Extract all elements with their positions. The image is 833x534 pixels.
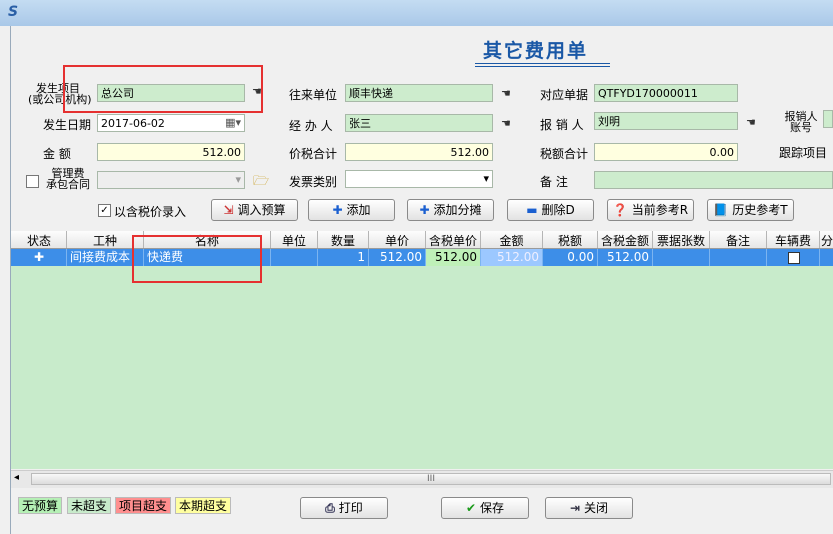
handler-label: 经 办 人 xyxy=(289,119,333,133)
price-tax-total-field[interactable]: 512.00 xyxy=(345,143,493,161)
tax-total-label: 税额合计 xyxy=(540,147,589,161)
column-header[interactable]: 票据张数 xyxy=(653,232,709,249)
title-bar xyxy=(0,0,833,26)
column-header[interactable]: 金额 xyxy=(481,232,542,249)
column-header[interactable]: 单位 xyxy=(271,232,317,249)
mgmt-fee-label: 管理费 承包合同 xyxy=(46,167,90,191)
scroll-thumb[interactable]: III xyxy=(31,473,831,485)
current-ref-button[interactable]: ❓ 当前参考R xyxy=(607,199,694,221)
handler-field[interactable]: 张三 xyxy=(345,114,493,132)
column-header[interactable]: 状态 xyxy=(13,232,65,249)
check-icon: ✔ xyxy=(465,501,477,515)
printer-icon: ⎙ xyxy=(325,501,335,515)
reimburser-field[interactable]: 刘明 xyxy=(594,112,738,130)
question-icon: ❓ xyxy=(612,203,628,217)
amount-field[interactable]: 512.00 xyxy=(97,143,245,161)
minus-icon: ▬ xyxy=(526,203,538,217)
hand-pointer-icon[interactable]: ☚ xyxy=(501,87,511,100)
partner-label: 往来单位 xyxy=(289,88,338,102)
cell-price[interactable]: 512.00 xyxy=(369,249,422,266)
column-header[interactable]: 含税单价 xyxy=(426,232,480,249)
legend-no-budget: 无预算 xyxy=(18,497,63,514)
ref-no-field[interactable]: QTFYD170000011 xyxy=(594,84,738,102)
cell-tax[interactable]: 0.00 xyxy=(543,249,594,266)
history-ref-button[interactable]: 📘 历史参考T xyxy=(707,199,794,221)
contract-select[interactable]: ▾ xyxy=(97,171,245,189)
import-icon: ⇲ xyxy=(223,203,234,217)
title-underline xyxy=(475,66,610,67)
column-header[interactable]: 车辆费 xyxy=(767,232,819,249)
cell-remark[interactable] xyxy=(710,249,766,266)
invoice-type-select[interactable]: ▾ xyxy=(345,170,493,188)
tax-included-checkbox[interactable]: ✓ xyxy=(98,204,111,217)
legend-period-over: 本期超支 xyxy=(175,497,232,514)
plus-icon: ✚ xyxy=(332,203,343,217)
app-logo-icon: S xyxy=(8,4,19,20)
import-budget-button[interactable]: ⇲ 调入预算 xyxy=(211,199,298,221)
ref-no-label: 对应单据 xyxy=(540,88,589,102)
print-button[interactable]: ⎙ 打印 xyxy=(300,497,388,519)
book-icon: 📘 xyxy=(713,203,729,217)
column-header[interactable]: 单价 xyxy=(369,232,425,249)
horizontal-scrollbar[interactable]: ◂ III xyxy=(11,470,833,488)
scroll-left-icon[interactable]: ◂ xyxy=(14,472,19,483)
cell-tax-amount[interactable]: 512.00 xyxy=(598,249,649,266)
highlight-box xyxy=(132,235,262,283)
column-header[interactable]: 分 xyxy=(820,232,833,249)
note-label: 备 注 xyxy=(540,175,568,189)
note-field[interactable] xyxy=(594,171,833,189)
cell-receipts[interactable] xyxy=(653,249,709,266)
column-header[interactable]: 含税金额 xyxy=(598,232,652,249)
tax-included-label: 以含税价录入 xyxy=(114,205,187,219)
save-button[interactable]: ✔ 保存 xyxy=(441,497,529,519)
page-title: 其它费用单 xyxy=(483,40,589,62)
calendar-dropdown-icon[interactable]: ▦▾ xyxy=(225,115,241,130)
chevron-down-icon[interactable]: ▾ xyxy=(483,171,489,186)
column-header[interactable]: 数量 xyxy=(318,232,368,249)
highlight-box xyxy=(63,65,263,113)
exit-icon: ⇥ xyxy=(569,501,581,515)
cell-tax-price[interactable]: 512.00 xyxy=(426,249,480,266)
reimb-account-label: 报销人 账号 xyxy=(784,110,818,134)
folder-icon[interactable]: 🗁 xyxy=(253,172,269,194)
reimburser-label: 报 销 人 xyxy=(540,118,584,132)
mgmt-fee-checkbox[interactable] xyxy=(26,175,39,188)
legend-project-over: 项目超支 xyxy=(115,497,172,514)
tax-total-field[interactable]: 0.00 xyxy=(594,143,738,161)
hand-pointer-icon[interactable]: ☚ xyxy=(746,116,756,129)
chevron-down-icon[interactable]: ▾ xyxy=(235,172,241,187)
title-underline xyxy=(475,63,610,64)
cell-unit[interactable] xyxy=(271,249,317,266)
track-item-label: 跟踪项目 xyxy=(779,146,828,160)
reimb-account-field[interactable] xyxy=(823,110,833,128)
close-button[interactable]: ⇥ 关闭 xyxy=(545,497,633,519)
invoice-type-label: 发票类别 xyxy=(289,175,338,189)
column-header[interactable]: 税额 xyxy=(543,232,597,249)
cell-amount[interactable]: 512.00 xyxy=(481,249,542,266)
add-split-button[interactable]: ✚ 添加分摊 xyxy=(407,199,494,221)
add-button[interactable]: ✚ 添加 xyxy=(308,199,395,221)
cell-qty[interactable]: 1 xyxy=(318,249,365,266)
plus-icon[interactable]: ✚ xyxy=(34,249,44,266)
legend-not-over: 未超支 xyxy=(67,497,112,514)
price-tax-total-label: 价税合计 xyxy=(289,147,338,161)
plus-icon: ✚ xyxy=(419,203,430,217)
vehicle-fee-checkbox[interactable] xyxy=(788,252,800,264)
date-field[interactable]: 2017-06-02 ▦▾ xyxy=(97,114,245,132)
date-label: 发生日期 xyxy=(43,118,92,132)
hand-pointer-icon[interactable]: ☚ xyxy=(501,117,511,130)
partner-field[interactable]: 顺丰快递 xyxy=(345,84,493,102)
delete-button[interactable]: ▬ 删除D xyxy=(507,199,594,221)
column-header[interactable]: 备注 xyxy=(710,232,766,249)
amount-label: 金 额 xyxy=(43,147,71,161)
